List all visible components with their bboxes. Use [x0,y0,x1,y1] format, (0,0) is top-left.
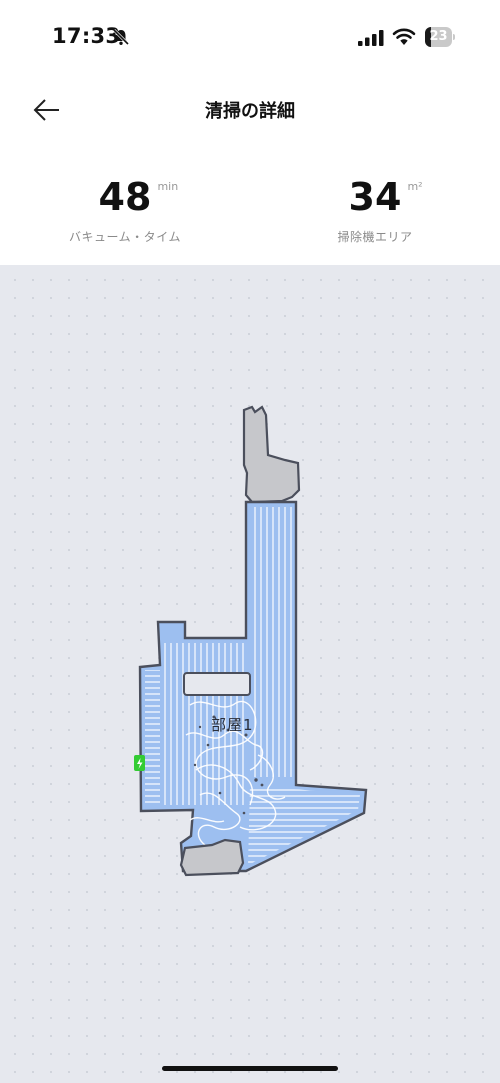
status-time: 17:33 [52,24,121,48]
bell-slash-icon [112,28,130,46]
map-canvas [134,405,368,877]
cellular-signal-icon [358,30,384,46]
battery-icon: 23 [425,27,455,47]
vacuum-time-value: 48 [98,175,152,219]
wifi-icon [392,28,416,45]
room-label[interactable]: 部屋1 [211,714,254,735]
charging-dock-icon [134,755,145,771]
cleaned-area-stat: 34 m² 掃除機エリア [275,172,475,245]
vacuum-time-stat: 48 min バキューム・タイム [25,172,225,245]
battery-tip [453,34,455,40]
battery-body: 23 [425,27,452,47]
cleaned-area-label: 掃除機エリア [337,230,413,244]
cleaned-area-unit: m² [407,180,423,193]
home-indicator[interactable] [162,1066,338,1071]
floor-stripes-vertical [162,507,292,805]
cleaning-map[interactable]: 部屋1 [0,265,500,1083]
cleaned-area-value: 34 [348,175,402,219]
obstacle-block [183,672,251,696]
page-title: 清掃の詳細 [205,101,295,122]
uncleaned-area-top [242,405,301,504]
battery-level: 23 [429,29,448,44]
status-bar: 17:33 23 [0,0,500,70]
vacuum-time-label: バキューム・タイム [69,230,181,244]
vacuum-time-unit: min [157,180,179,193]
